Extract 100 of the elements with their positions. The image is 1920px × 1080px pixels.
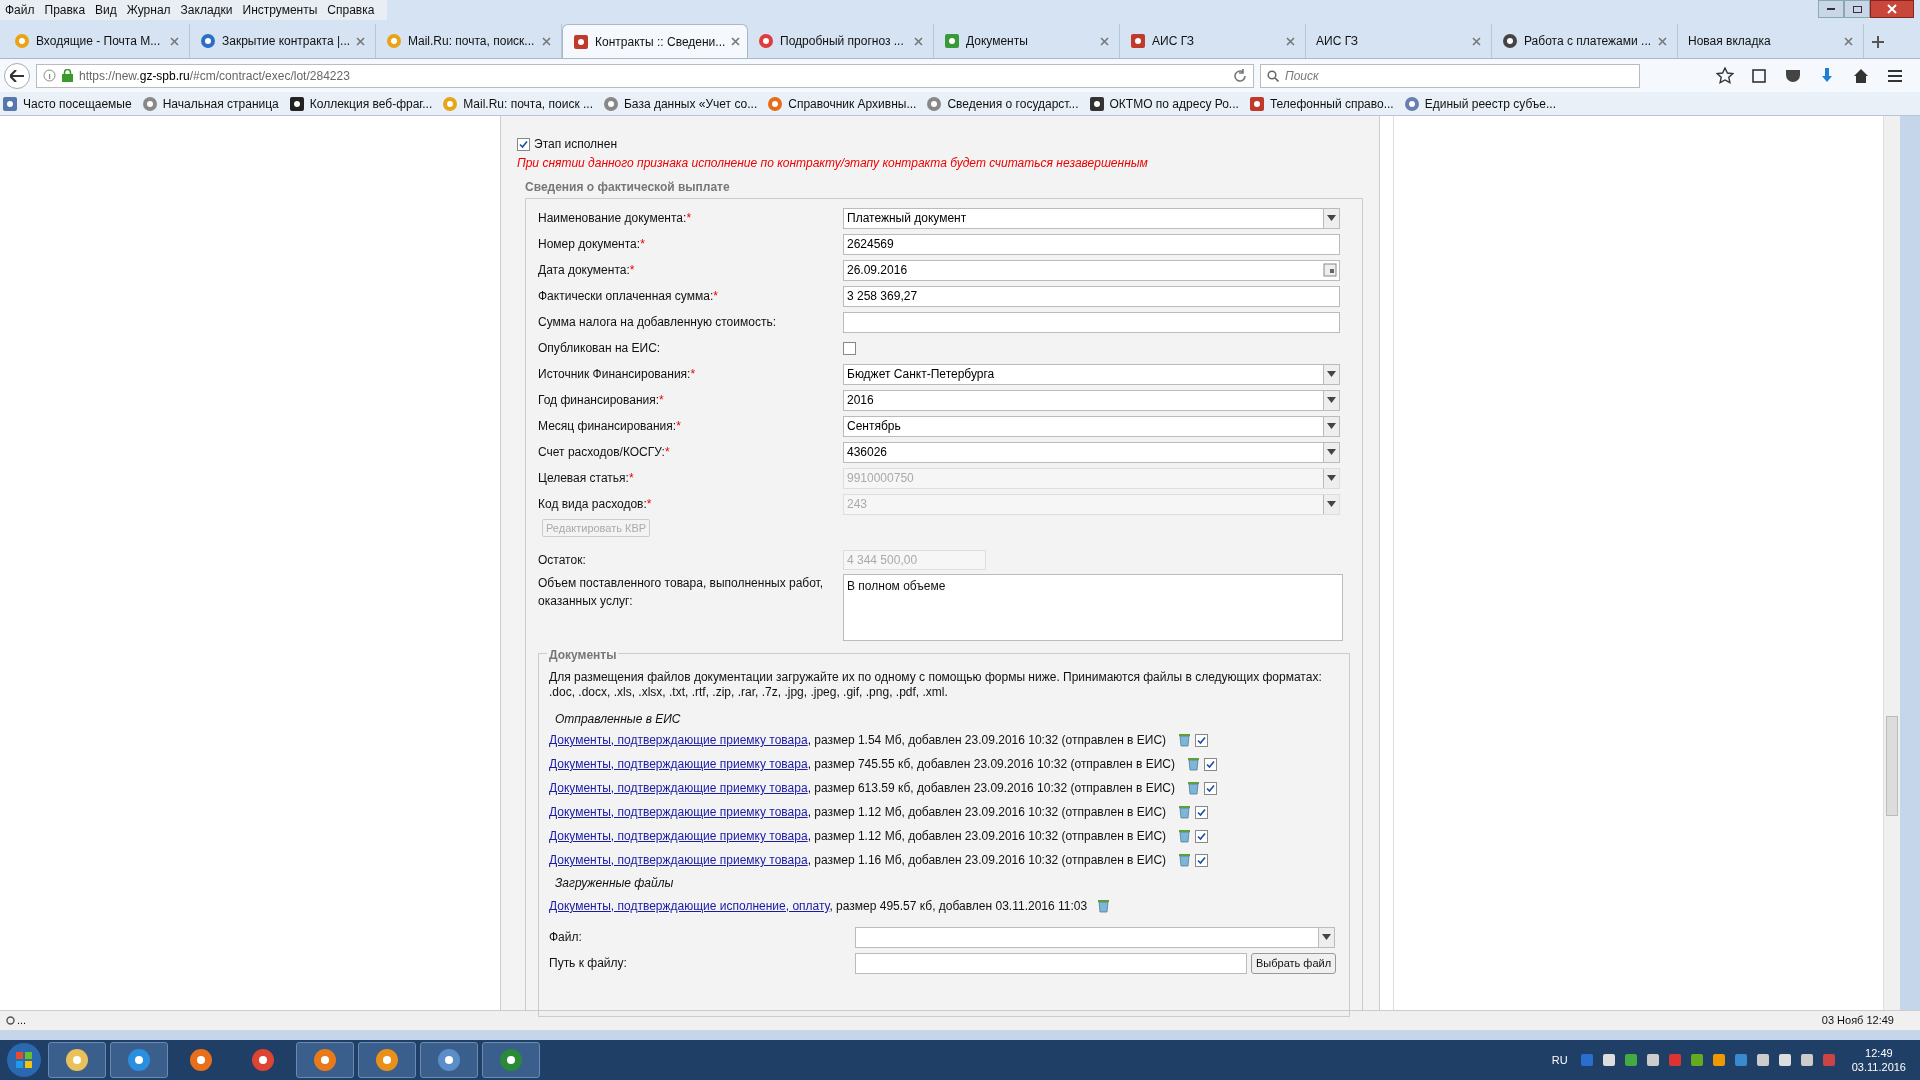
taskbar-app[interactable]: [110, 1042, 168, 1078]
bookmark[interactable]: ОКТМО по адресу Ро...: [1088, 94, 1239, 113]
star-icon[interactable]: [1716, 66, 1734, 85]
close-tab-icon[interactable]: [170, 36, 179, 46]
checkbox-label: Этап исполнен: [534, 136, 618, 153]
trash-icon[interactable]: [1097, 899, 1111, 913]
bookmark[interactable]: База данных «Учет со...: [602, 94, 758, 113]
field-label: Месяц финансирования:: [538, 418, 677, 435]
close-tab-icon[interactable]: [542, 36, 551, 46]
checkbox[interactable]: [1195, 853, 1209, 867]
dropdown-field[interactable]: 2016: [843, 389, 1340, 411]
home-icon[interactable]: [1852, 66, 1870, 85]
text-area[interactable]: В полном объеме: [843, 574, 1343, 641]
reload-icon[interactable]: [1233, 68, 1247, 83]
document-link[interactable]: Документы, подтверждающие приемку товара: [549, 757, 808, 771]
bookmark[interactable]: Единый реестр субъе...: [1403, 94, 1557, 113]
text-field[interactable]: 2624569: [843, 233, 1340, 255]
back-arrow-icon: [10, 69, 24, 82]
field-label: Остаток:: [538, 552, 587, 569]
bookmark[interactable]: Справочник Архивны...: [767, 94, 917, 113]
minimize-button[interactable]: [1818, 0, 1844, 18]
section-title: Сведения о фактической выплате: [525, 179, 731, 196]
dropdown-field[interactable]: Платежный документ: [843, 207, 1340, 229]
menu-item[interactable]: Закладки: [175, 1, 238, 19]
close-tab-icon[interactable]: [1286, 36, 1295, 46]
calendar-icon[interactable]: [1323, 263, 1337, 277]
text-field[interactable]: 3 258 369,27: [843, 285, 1340, 307]
required-mark: *: [659, 392, 664, 409]
date-field[interactable]: 26.09.2016: [843, 259, 1340, 281]
close-tab-icon[interactable]: [1844, 36, 1853, 46]
field-label: Фактически оплаченная сумма:: [538, 288, 714, 305]
file-path-field[interactable]: [855, 952, 1247, 974]
document-link[interactable]: Документы, подтверждающие приемку товара: [549, 781, 808, 795]
back-button[interactable]: [4, 62, 30, 89]
browser-tab[interactable]: Контракты :: Сведени...: [562, 24, 748, 58]
field-label: Путь к файлу:: [549, 955, 628, 972]
checkbox[interactable]: [1203, 781, 1217, 795]
required-mark: *: [628, 470, 634, 487]
menu-item[interactable]: Файл: [0, 1, 40, 19]
minimize-icon: [1827, 8, 1835, 10]
close-tab-icon[interactable]: [1658, 36, 1667, 46]
dropdown-field[interactable]: 436026: [843, 441, 1340, 463]
loading-icon: [6, 1016, 15, 1025]
bookmark[interactable]: Коллекция веб-фраг...: [288, 94, 433, 113]
taskbar-app[interactable]: [420, 1042, 478, 1078]
dropdown-field[interactable]: Бюджет Санкт-Петербурга: [843, 363, 1340, 385]
address-bar[interactable]: https://new.gz-spb.ru/#cm/contract/exec/lot/284223: [36, 63, 1254, 88]
bookmark[interactable]: Часто посещаемые: [2, 94, 132, 113]
document-entry: Документы, подтверждающие приемку товара, размер 1.54 Мб, добавлен 23.09.2016 10:32 (отправлен в ЕИС): [549, 732, 1167, 749]
close-tab-icon[interactable]: [1100, 36, 1109, 46]
list-heading: Загруженные файлы: [555, 875, 675, 892]
field-label: Год финансирования:: [538, 392, 660, 409]
bookmark[interactable]: Сведения о государст...: [926, 94, 1079, 113]
dropdown-field[interactable]: Сентябрь: [843, 415, 1340, 437]
required-mark: *: [640, 236, 645, 253]
field-label: Счет расходов/КОСГУ:: [538, 444, 665, 461]
menu-item[interactable]: Инструменты: [237, 1, 323, 19]
document-link[interactable]: Документы, подтверждающие приемку товара: [549, 829, 808, 843]
close-tab-icon[interactable]: [356, 36, 366, 46]
search-icon: [1267, 69, 1279, 82]
taskbar-app[interactable]: [358, 1042, 416, 1078]
bookmark[interactable]: Телефонный справо...: [1248, 94, 1394, 113]
document-link[interactable]: Документы, подтверждающие приемку товара: [549, 733, 808, 747]
clock-time: 12:49: [1865, 1046, 1893, 1060]
menu-item[interactable]: Справка: [322, 1, 380, 19]
checkbox[interactable]: [843, 341, 856, 355]
menu-item[interactable]: Журнал: [121, 1, 176, 19]
close-tab-icon[interactable]: [1472, 36, 1481, 46]
menu-item[interactable]: Вид: [90, 1, 122, 19]
checkbox[interactable]: [1195, 805, 1209, 819]
field-label: Сумма налога на добавленную стоимость:: [538, 314, 776, 331]
maximize-button[interactable]: [1844, 0, 1870, 18]
bookmark[interactable]: Начальная страница: [141, 94, 279, 113]
dropdown-field[interactable]: [855, 926, 1335, 948]
language-indicator[interactable]: RU: [1551, 1051, 1568, 1069]
info-icon[interactable]: [43, 69, 56, 82]
choose-file-button[interactable]: Выбрать файл: [1251, 952, 1337, 974]
menu-item[interactable]: Правка: [39, 1, 91, 19]
close-button[interactable]: [1870, 0, 1914, 18]
status-text: ...: [17, 1013, 27, 1029]
close-tab-icon[interactable]: [731, 37, 741, 46]
new-tab-icon[interactable]: [1872, 36, 1884, 48]
start-button[interactable]: [4, 1041, 44, 1079]
bookmark[interactable]: Mail.Ru: почта, поиск ...: [442, 94, 593, 113]
taskbar-app[interactable]: [296, 1042, 354, 1078]
search-field[interactable]: Поиск: [1260, 63, 1640, 88]
close-tab-icon[interactable]: [914, 36, 923, 46]
text-field[interactable]: [843, 311, 1340, 333]
required-mark: *: [676, 418, 681, 435]
document-link[interactable]: Документы, подтверждающие приемку товара: [549, 853, 808, 867]
status-date: 03 Нояб 12:49: [1821, 1013, 1894, 1029]
checkbox[interactable]: [1195, 733, 1209, 747]
taskbar-app[interactable]: [482, 1042, 540, 1078]
document-link[interactable]: Документы, подтверждающие приемку товара: [549, 805, 808, 819]
checkbox[interactable]: [1195, 829, 1209, 843]
checkbox[interactable]: [517, 137, 530, 151]
checkbox[interactable]: [1203, 757, 1217, 771]
field-label: Источник Финансирования:: [538, 366, 691, 383]
required-mark: *: [629, 262, 635, 279]
taskbar-app[interactable]: [48, 1042, 106, 1078]
